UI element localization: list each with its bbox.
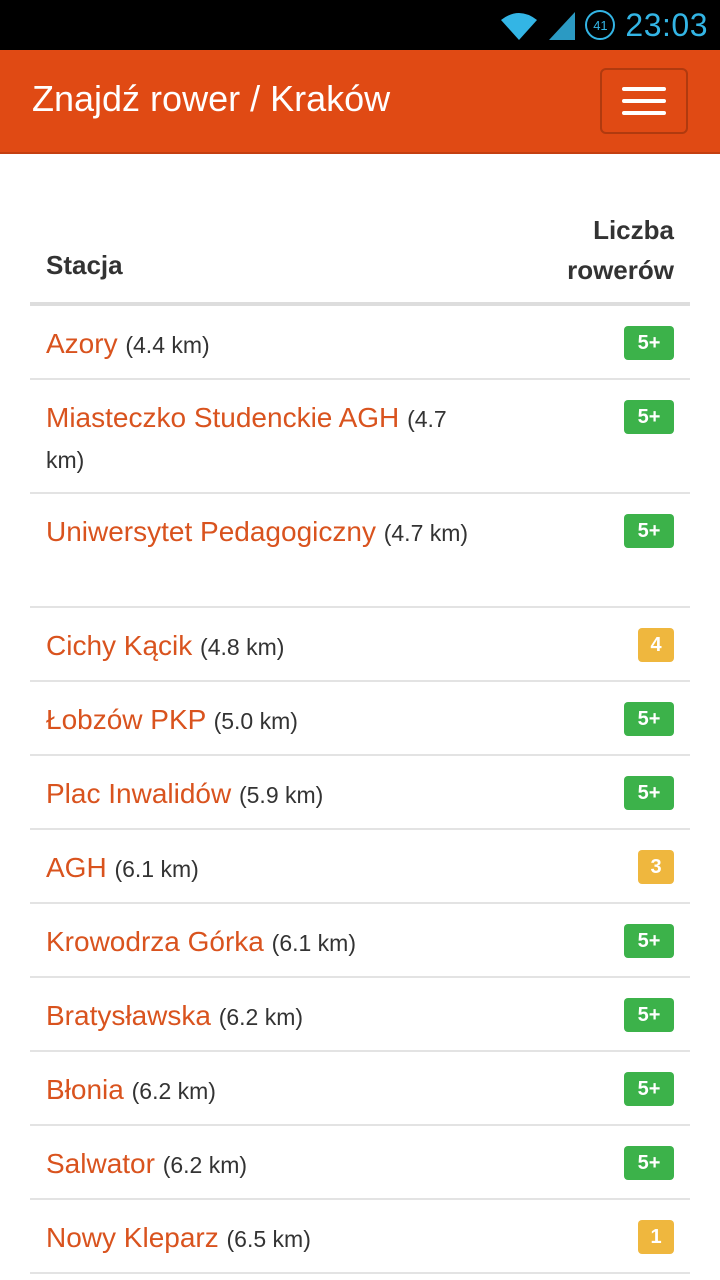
station-link[interactable]: Łobzów PKP: [46, 704, 206, 735]
page-title: Znajdź rower / Kraków: [32, 78, 391, 119]
station-link[interactable]: Cichy Kącik: [46, 630, 192, 661]
station-cell: Azory (4.4 km): [46, 324, 476, 365]
bike-count-badge: 5+: [624, 776, 674, 810]
station-link[interactable]: Bratysławska: [46, 1000, 211, 1031]
station-link[interactable]: AGH: [46, 852, 107, 883]
station-link[interactable]: Błonia: [46, 1074, 124, 1105]
bike-count-badge: 5+: [624, 1072, 674, 1106]
table-row: Salwator (6.2 km) 5+: [30, 1126, 690, 1200]
table-row: Nowy Kleparz (6.5 km) 1: [30, 1200, 690, 1274]
station-cell: AGH (6.1 km): [46, 848, 476, 889]
station-link[interactable]: Nowy Kleparz: [46, 1222, 219, 1253]
stations-table: Stacja Liczba rowerów Azory (4.4 km) 5+ Mi…: [30, 154, 690, 1274]
menu-button[interactable]: [600, 68, 688, 134]
station-cell: Krowodrza Górka (6.1 km): [46, 922, 476, 963]
wifi-icon: [499, 10, 539, 40]
bike-count-badge: 1: [638, 1220, 674, 1254]
bike-count-badge: 5+: [624, 998, 674, 1032]
station-distance: (6.5 km): [226, 1226, 311, 1252]
signal-icon: [547, 10, 577, 40]
station-link[interactable]: Salwator: [46, 1148, 155, 1179]
station-cell: Uniwersytet Pedagogiczny (4.7 km): [46, 512, 476, 553]
column-header-bike-count-line2: rowerów: [567, 255, 674, 285]
station-cell: Błonia (6.2 km): [46, 1070, 476, 1111]
bike-count-badge: 5+: [624, 1146, 674, 1180]
table-row: Uniwersytet Pedagogiczny (4.7 km) 5+: [30, 494, 690, 608]
bike-count-badge: 5+: [624, 924, 674, 958]
column-header-bike-count: Liczba rowerów: [494, 210, 674, 290]
table-row: Cichy Kącik (4.8 km) 4: [30, 608, 690, 682]
app-bar: Znajdź rower / Kraków: [0, 50, 720, 154]
table-row: Błonia (6.2 km) 5+: [30, 1052, 690, 1126]
table-row: Łobzów PKP (5.0 km) 5+: [30, 682, 690, 756]
station-cell: Plac Inwalidów (5.9 km): [46, 774, 476, 815]
battery-icon: 41: [585, 10, 616, 40]
station-distance: (6.2 km): [218, 1004, 304, 1030]
station-link[interactable]: Krowodrza Górka: [46, 926, 264, 957]
bike-count-badge: 4: [638, 628, 674, 662]
station-distance: (5.0 km): [213, 708, 298, 734]
station-link[interactable]: Plac Inwalidów: [46, 778, 231, 809]
bike-count-badge: 5+: [624, 400, 674, 434]
station-distance: (6.1 km): [271, 930, 356, 956]
station-link[interactable]: Azory: [46, 328, 118, 359]
column-header-station: Stacja: [46, 250, 123, 280]
table-row: Bratysławska (6.2 km) 5+: [30, 978, 690, 1052]
table-row: AGH (6.1 km) 3: [30, 830, 690, 904]
hamburger-menu-icon: [622, 99, 666, 103]
station-cell: Salwator (6.2 km): [46, 1144, 476, 1185]
clock: 23:03: [625, 6, 708, 43]
station-distance: (4.4 km): [125, 332, 210, 358]
station-cell: Cichy Kącik (4.8 km): [46, 626, 476, 667]
table-body: Azory (4.4 km) 5+ Miasteczko Studenckie AG…: [30, 306, 690, 1274]
station-link[interactable]: Uniwersytet Pedagogiczny: [46, 516, 376, 547]
station-cell: Łobzów PKP (5.0 km): [46, 700, 476, 741]
station-distance: (6.2 km): [131, 1078, 216, 1104]
table-row: Plac Inwalidów (5.9 km) 5+: [30, 756, 690, 830]
station-cell: Bratysławska (6.2 km): [46, 996, 476, 1037]
station-distance: (5.9 km): [238, 782, 324, 808]
station-link[interactable]: Miasteczko Studenckie AGH: [46, 402, 399, 433]
column-header-bike-count-line1: Liczba: [593, 215, 674, 245]
station-distance: (4.7 km): [383, 520, 469, 546]
station-distance: (6.2 km): [162, 1152, 248, 1178]
table-row: Azory (4.4 km) 5+: [30, 306, 690, 380]
bike-count-badge: 5+: [624, 702, 674, 736]
hamburger-menu-icon: [622, 111, 666, 115]
bike-count-badge: 3: [638, 850, 674, 884]
table-row: Miasteczko Studenckie AGH (4.7 km) 5+: [30, 380, 690, 494]
hamburger-menu-icon: [622, 87, 666, 91]
station-distance: (6.1 km): [114, 856, 199, 882]
bike-count-badge: 5+: [624, 514, 674, 548]
station-cell: Nowy Kleparz (6.5 km): [46, 1218, 476, 1259]
bike-count-badge: 5+: [624, 326, 674, 360]
table-header: Stacja Liczba rowerów: [30, 154, 690, 306]
station-distance: (4.8 km): [200, 634, 285, 660]
table-row: Krowodrza Górka (6.1 km) 5+: [30, 904, 690, 978]
status-bar: 41 23:03: [0, 0, 720, 50]
station-cell: Miasteczko Studenckie AGH (4.7 km): [46, 398, 476, 480]
